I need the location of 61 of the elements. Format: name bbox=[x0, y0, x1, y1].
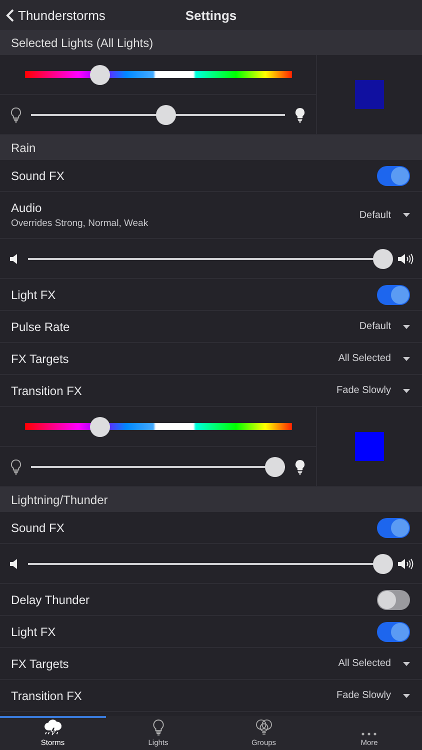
section-header: Selected Lights (All Lights) bbox=[0, 30, 422, 55]
slider-thumb[interactable] bbox=[372, 248, 393, 268]
color-swatch[interactable] bbox=[355, 80, 384, 109]
loud-speaker-icon bbox=[398, 252, 414, 264]
dropdown[interactable]: Default bbox=[359, 210, 410, 220]
dim-bulb-icon bbox=[10, 458, 22, 474]
row-label: Audio bbox=[11, 201, 43, 215]
slider-thumb[interactable] bbox=[264, 456, 285, 476]
slider-thumb[interactable] bbox=[90, 416, 110, 436]
speaker-icon bbox=[10, 558, 20, 568]
brightness-slider[interactable] bbox=[31, 456, 285, 478]
dropdown[interactable]: Fade Slowly bbox=[336, 690, 410, 701]
section-header: Rain bbox=[0, 135, 422, 160]
row-label: FX Targets bbox=[11, 352, 70, 366]
section-header: Lightning/Thunder bbox=[0, 487, 422, 512]
toggle-switch[interactable] bbox=[377, 166, 410, 186]
bright-bulb-icon bbox=[294, 106, 306, 122]
volume-slider[interactable] bbox=[28, 552, 390, 574]
bright-bulb-icon bbox=[294, 458, 306, 474]
bulbs-icon bbox=[254, 719, 274, 736]
row-label: Light FX bbox=[11, 624, 57, 638]
row-label: Transition FX bbox=[11, 384, 83, 398]
dim-bulb-icon bbox=[10, 106, 22, 122]
caret-icon bbox=[403, 388, 410, 392]
hue-slider[interactable] bbox=[25, 64, 292, 86]
slider-thumb[interactable] bbox=[156, 104, 176, 124]
dropdown[interactable]: All Selected bbox=[338, 658, 410, 669]
row-label: Pulse Rate bbox=[11, 320, 71, 334]
slider-thumb[interactable] bbox=[90, 64, 110, 84]
caret-icon bbox=[403, 662, 410, 666]
row-label: Transition FX bbox=[11, 688, 83, 702]
brightness-slider[interactable] bbox=[31, 104, 285, 126]
row-label: Delay Thunder bbox=[11, 592, 90, 606]
hue-slider[interactable] bbox=[25, 416, 292, 438]
back-button[interactable]: Thunderstorms bbox=[0, 6, 112, 24]
caret-icon bbox=[403, 213, 410, 217]
row-label: Sound FX bbox=[11, 168, 66, 182]
slider-thumb[interactable] bbox=[372, 554, 393, 574]
caret-icon bbox=[403, 694, 410, 698]
row-label: Sound FX bbox=[11, 520, 66, 534]
toggle-switch[interactable] bbox=[377, 284, 410, 304]
color-swatch[interactable] bbox=[355, 432, 384, 461]
nav-title: Settings bbox=[185, 8, 237, 22]
loud-speaker-icon bbox=[398, 558, 414, 570]
speaker-icon bbox=[10, 254, 20, 264]
dropdown[interactable]: Fade Slowly bbox=[336, 385, 410, 396]
dropdown[interactable]: All Selected bbox=[338, 353, 410, 364]
toggle-switch[interactable] bbox=[377, 622, 410, 642]
row-sublabel: Overrides Strong, Normal, Weak bbox=[11, 218, 150, 229]
dropdown[interactable]: Default bbox=[359, 321, 410, 332]
row-label: FX Targets bbox=[11, 656, 70, 670]
storm-cloud-icon bbox=[42, 719, 63, 736]
row-label: Light FX bbox=[11, 288, 57, 302]
volume-slider[interactable] bbox=[28, 248, 390, 270]
more-icon bbox=[361, 732, 378, 736]
caret-icon bbox=[403, 356, 410, 360]
toggle-switch[interactable] bbox=[377, 590, 410, 610]
toggle-switch[interactable] bbox=[377, 518, 410, 538]
chevron-left-icon bbox=[6, 8, 14, 22]
caret-icon bbox=[403, 324, 410, 328]
bulb-icon bbox=[152, 719, 165, 736]
